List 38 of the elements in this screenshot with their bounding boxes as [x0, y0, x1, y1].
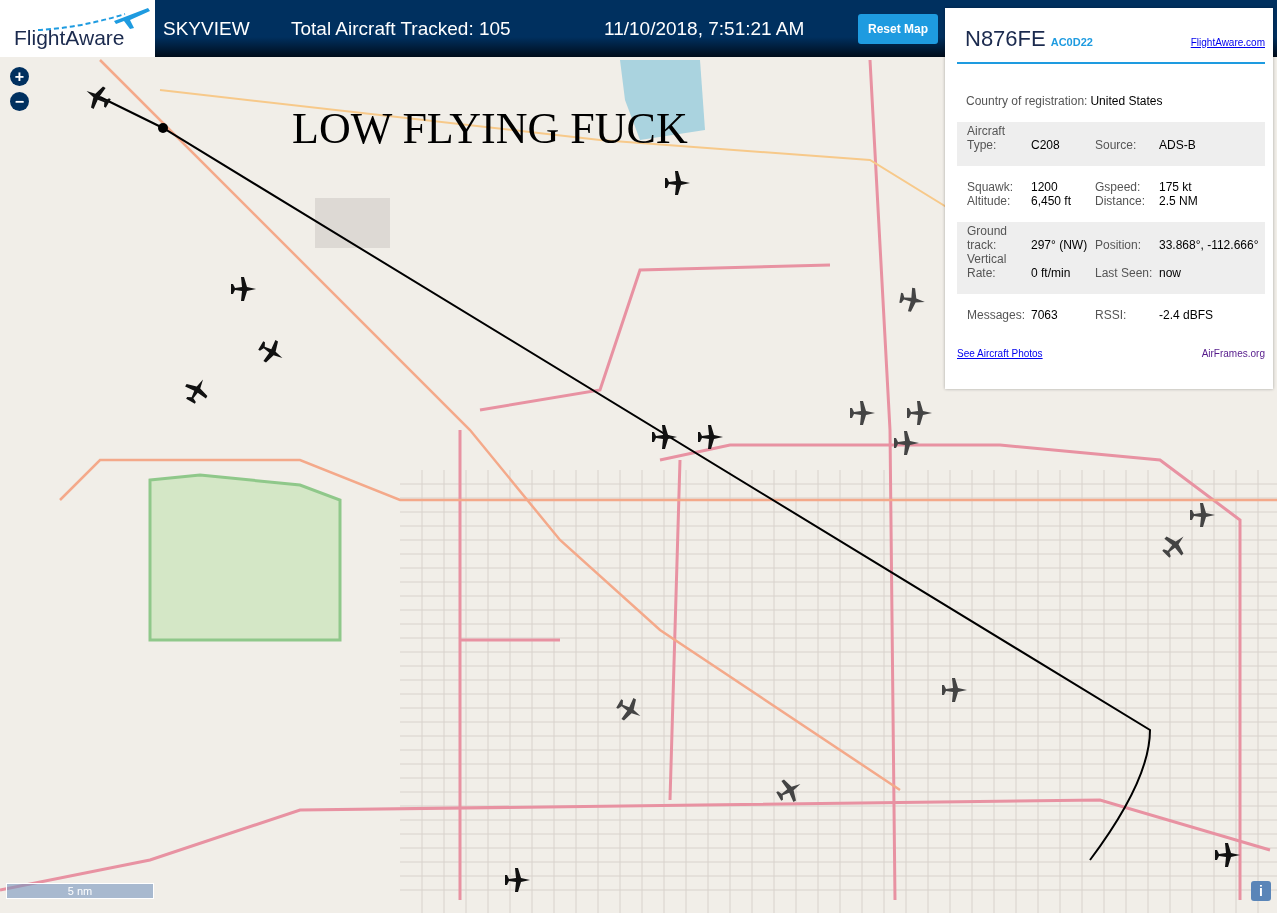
logo-text: FlightAware: [14, 26, 125, 50]
field-value: -2.4 dBFS: [1159, 308, 1215, 322]
aircraft-photos-link[interactable]: See Aircraft Photos: [957, 348, 1043, 359]
field-value: 33.868°, -112.666°: [1159, 238, 1259, 252]
field-label: Gspeed:: [1095, 180, 1142, 194]
field-label: RSSI:: [1095, 308, 1128, 322]
field-value: C208: [1031, 138, 1061, 152]
overlay-caption: LOW FLYING FUCK: [292, 103, 688, 154]
field-value: 7063: [1031, 308, 1059, 322]
field-value: 175 kt: [1159, 180, 1193, 194]
field-label: Source:: [1095, 138, 1138, 152]
field-label: Messages:: [967, 308, 1027, 322]
date-time: 11/10/2018, 7:51:21 AM: [604, 17, 806, 40]
registration: N876FE: [965, 26, 1046, 52]
field-value: 6,450 ft: [1031, 194, 1073, 208]
field-label: Vertical Rate:: [967, 252, 1008, 280]
field-label: Last Seen:: [1095, 266, 1154, 280]
field-value: 2.5 NM: [1159, 194, 1199, 208]
country-label: Country of registration:: [966, 94, 1088, 108]
site-name: SKYVIEW: [163, 17, 251, 40]
field-value: now: [1159, 266, 1182, 280]
field-label: Distance:: [1095, 194, 1147, 208]
field-label: Position:: [1095, 238, 1143, 252]
country-value: United States: [1090, 94, 1163, 108]
aircraft-count: Total Aircraft Tracked: 105: [291, 17, 512, 40]
hex-code: AC0D22: [1050, 36, 1094, 48]
airframes-link[interactable]: AirFrames.org: [1201, 348, 1265, 359]
field-label: Altitude:: [967, 194, 1012, 208]
field-value: 1200: [1031, 180, 1059, 194]
field-label: Ground track:: [967, 224, 1009, 252]
info-button[interactable]: i: [1251, 881, 1271, 901]
scale-bar: 5 nm: [6, 883, 154, 899]
flightaware-link[interactable]: FlightAware.com: [1190, 37, 1265, 48]
field-value: ADS-B: [1159, 138, 1197, 152]
field-value: 297° (NW): [1031, 238, 1089, 252]
field-label: Aircraft Type:: [967, 124, 1006, 152]
field-label: Squawk:: [967, 180, 1015, 194]
field-value: 0 ft/min: [1031, 266, 1072, 280]
